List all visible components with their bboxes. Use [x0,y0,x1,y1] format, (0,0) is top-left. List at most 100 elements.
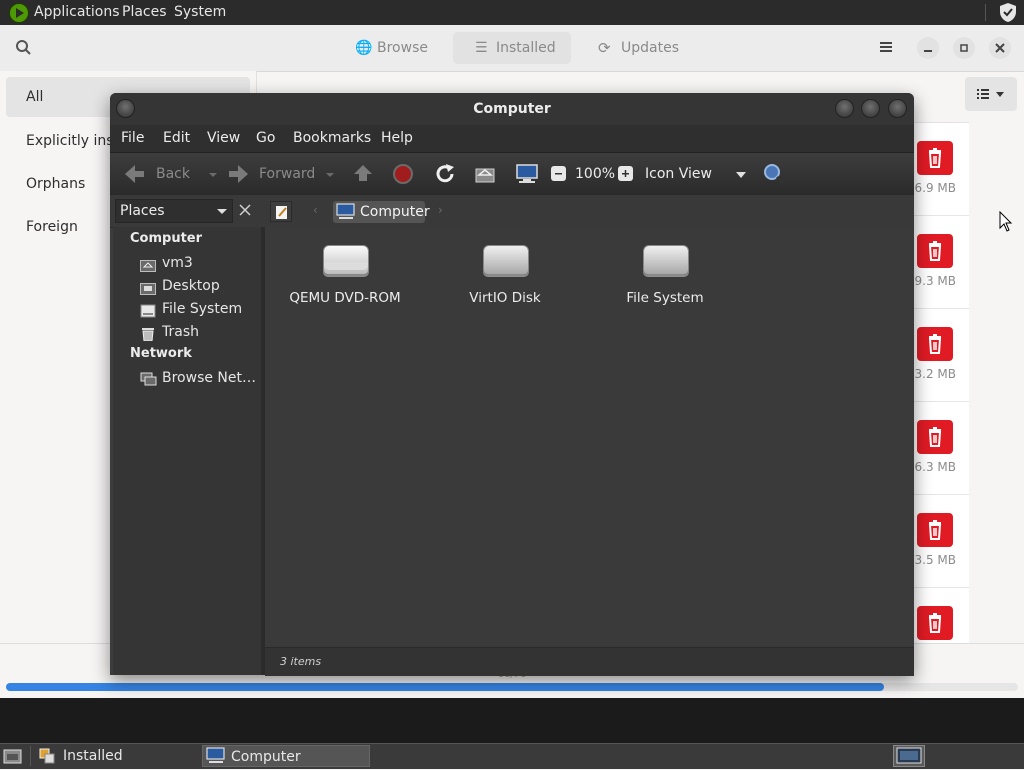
trash-icon [142,328,154,341]
back-button[interactable]: Back [120,153,225,196]
up-button[interactable] [352,161,374,187]
package-size: 3.5 MB [914,553,956,567]
top-panel: Applications Places System [0,0,1024,25]
mate-menu-icon[interactable] [9,3,29,23]
up-arrow-icon [354,165,372,181]
computer-icon [516,164,538,183]
status-text: 3 items [280,655,322,668]
taskbar-button-computer[interactable]: Computer [202,745,370,767]
path-button-computer[interactable]: Computer [333,201,430,223]
side-pane-selector[interactable]: Places [115,199,233,223]
computer-button[interactable] [515,162,539,186]
sidebar-heading-computer: Computer [130,231,203,246]
icon-view: QEMU DVD-ROM VirtIO Disk File System [265,227,914,647]
desktop-folder-icon [140,283,156,295]
separator [30,746,31,766]
trash-icon [928,148,942,168]
sidebar-item-trash[interactable]: Trash [140,324,260,344]
view-options-button[interactable] [965,77,1017,111]
zoom-in-button[interactable] [618,166,633,181]
maximize-button[interactable] [953,37,975,59]
location-bar: Places ‹ Computer › [110,195,914,228]
window-menu-button[interactable] [116,99,135,118]
workspace-icon [896,747,922,764]
package-size: 6.3 MB [914,460,956,474]
desktop-background [0,698,1024,743]
search-button[interactable] [762,162,786,186]
installed-list [910,122,969,646]
file-manager-window: Computer File Edit View Go Bookmarks Hel… [110,93,914,676]
menu-help[interactable]: Help [381,125,413,152]
drive-item-virtio-disk[interactable]: VirtIO Disk [430,235,580,315]
back-label: Back [156,166,190,182]
software-icon [39,748,55,764]
places-sidebar: Computer vm3 Desktop File System Trash N… [113,227,265,675]
home-folder-icon [140,260,156,272]
close-window-button[interactable] [888,99,907,118]
zoom-out-button[interactable] [551,166,566,181]
mouse-cursor [999,210,1013,233]
menu-bookmarks[interactable]: Bookmarks [293,125,371,152]
applications-menu[interactable]: Applications [34,0,120,25]
close-button[interactable] [989,37,1011,59]
menu-edit[interactable]: Edit [163,125,190,152]
zoom-out-icon [555,173,562,175]
remove-button[interactable] [917,234,953,268]
sidebar-item-file-system[interactable]: File System [140,301,260,321]
tab-browse[interactable]: 🌐 Browse [345,32,435,64]
workspace-switcher[interactable] [893,745,925,767]
stop-button[interactable] [393,164,413,184]
refresh-icon: ⟳ [598,39,611,57]
forward-history-dropdown-icon [326,173,334,177]
sidebar-item-desktop[interactable]: Desktop [140,278,260,298]
hard-disk-icon [483,245,529,275]
sidebar-item-browse-network[interactable]: Browse Net… [140,370,260,390]
view-mode-select[interactable]: Icon View [640,153,750,196]
maximize-window-button[interactable] [861,99,880,118]
reload-button[interactable] [433,162,457,186]
remove-button[interactable] [917,420,953,454]
sidebar-item-label: Trash [162,324,199,340]
computer-icon [206,747,225,763]
remove-button[interactable] [917,513,953,547]
tab-browse-label: Browse [377,40,428,56]
toolbar: Back Forward 100% Icon View [110,152,914,196]
forward-label: Forward [259,166,316,182]
tab-installed[interactable]: ☰ Installed [453,32,571,64]
path-scroll-left-icon[interactable]: ‹ [313,203,318,217]
close-side-pane-button[interactable] [234,199,256,221]
globe-icon: 🌐 [355,40,373,56]
places-menu[interactable]: Places [122,0,167,25]
menu-go[interactable]: Go [256,125,275,152]
remove-button[interactable] [917,327,953,361]
reload-icon [436,164,454,183]
remove-button[interactable] [917,606,953,640]
taskbar-button-installed[interactable]: Installed [36,745,198,767]
minimize-icon [924,50,932,52]
toggle-location-entry-button[interactable] [270,201,292,222]
list-icon: ☰ [475,40,488,56]
window-title-bar[interactable]: Computer [110,93,914,125]
remove-button[interactable] [917,141,953,175]
path-scroll-right-icon[interactable]: › [438,203,443,217]
show-desktop-button[interactable] [2,746,24,766]
show-desktop-icon [3,749,22,764]
forward-button[interactable]: Forward [225,153,340,196]
search-button[interactable] [8,33,40,63]
menu-file[interactable]: File [121,125,144,152]
computer-icon [336,203,355,219]
tab-updates[interactable]: ⟳ Updates [590,32,690,64]
menu-view[interactable]: View [207,125,240,152]
home-button[interactable] [474,163,496,185]
system-menu[interactable]: System [174,0,226,25]
tab-installed-label: Installed [496,40,556,56]
sidebar-item-vm3[interactable]: vm3 [140,255,260,275]
trash-icon [928,427,942,447]
shield-icon[interactable] [998,2,1018,23]
zoom-level[interactable]: 100% [575,153,615,196]
drive-item-qemu-dvd-rom[interactable]: QEMU DVD-ROM [270,235,420,315]
drive-item-file-system[interactable]: File System [590,235,740,315]
minimize-window-button[interactable] [835,99,854,118]
minimize-button[interactable] [917,37,939,59]
hamburger-menu-icon[interactable] [878,39,894,55]
